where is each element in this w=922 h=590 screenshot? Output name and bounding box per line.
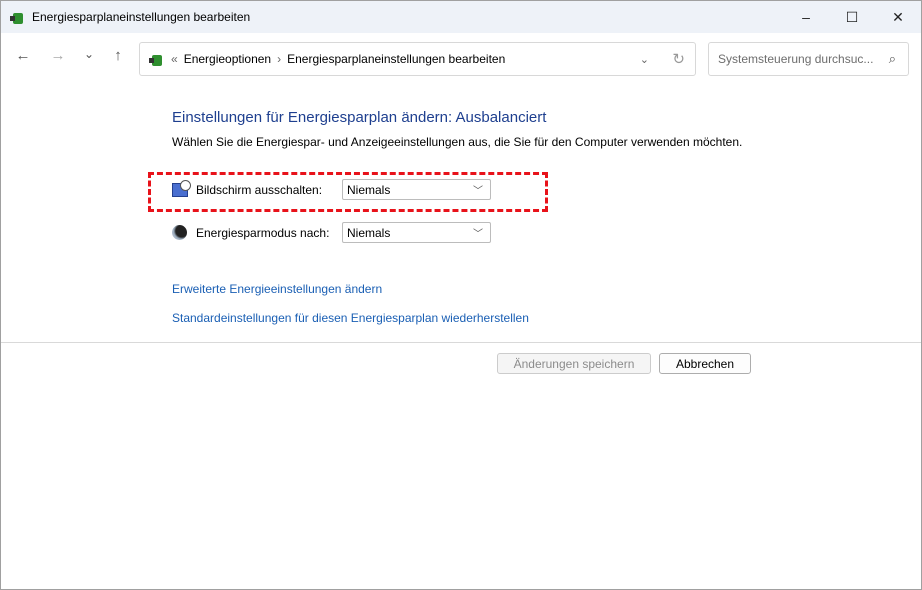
up-arrow-icon[interactable]: ↑ (107, 47, 129, 64)
overflow-chevron-icon[interactable]: « (171, 52, 178, 66)
minimize-button[interactable]: – (783, 1, 829, 33)
restore-defaults-link[interactable]: Standardeinstellungen für diesen Energie… (172, 311, 529, 325)
navigation-bar: ← → ⌄ ↑ « Energieoptionen › Energiesparp… (1, 33, 921, 85)
maximize-button[interactable]: ☐ (829, 1, 875, 33)
display-off-select[interactable]: Niemals ﹀ (342, 179, 491, 200)
page-title: Einstellungen für Energiesparplan ändern… (172, 109, 547, 126)
refresh-icon[interactable]: ↻ (672, 50, 685, 68)
address-bar[interactable]: « Energieoptionen › Energiesparplaneinst… (139, 42, 696, 76)
page-subtitle: Wählen Sie die Energiespar- und Anzeigee… (172, 135, 743, 149)
monitor-clock-icon (172, 179, 191, 197)
select-value: Niemals (347, 225, 391, 240)
power-options-icon (10, 9, 26, 25)
breadcrumb-separator-icon: › (277, 52, 282, 66)
setting-display-off: Bildschirm ausschalten: Niemals ﹀ (172, 179, 491, 200)
power-options-icon (149, 51, 165, 67)
advanced-settings-link[interactable]: Erweiterte Energieeinstellungen ändern (172, 282, 382, 296)
setting-sleep: Energiesparmodus nach: Niemals ﹀ (172, 222, 491, 243)
address-dropdown-icon[interactable]: ⌄ (640, 53, 649, 66)
divider (1, 342, 921, 343)
cancel-button[interactable]: Abbrechen (659, 353, 751, 374)
setting-label: Energiesparmodus nach: (196, 225, 330, 240)
window-title: Energiesparplaneinstellungen bearbeiten (32, 10, 251, 24)
chevron-down-icon: ﹀ (473, 229, 483, 240)
search-placeholder: Systemsteuerung durchsuc... (718, 52, 874, 66)
title-bar: Energiesparplaneinstellungen bearbeiten … (1, 1, 921, 33)
select-value: Niemals (347, 182, 391, 197)
moon-icon (172, 225, 187, 240)
breadcrumb-energieoptionen[interactable]: Energieoptionen (184, 52, 271, 66)
save-button[interactable]: Änderungen speichern (497, 353, 651, 374)
recent-locations-chevron-icon[interactable]: ⌄ (78, 47, 100, 61)
search-icon[interactable]: ⌕ (889, 51, 896, 67)
breadcrumb-current[interactable]: Energiesparplaneinstellungen bearbeiten (287, 52, 505, 66)
back-arrow-icon[interactable]: ← (12, 47, 34, 64)
forward-arrow-icon[interactable]: → (47, 47, 69, 64)
chevron-down-icon: ﹀ (473, 186, 483, 197)
sleep-select[interactable]: Niemals ﹀ (342, 222, 491, 243)
setting-label: Bildschirm ausschalten: (196, 182, 323, 197)
search-input[interactable]: Systemsteuerung durchsuc... ⌕ (708, 42, 909, 76)
close-button[interactable]: ✕ (875, 1, 921, 33)
